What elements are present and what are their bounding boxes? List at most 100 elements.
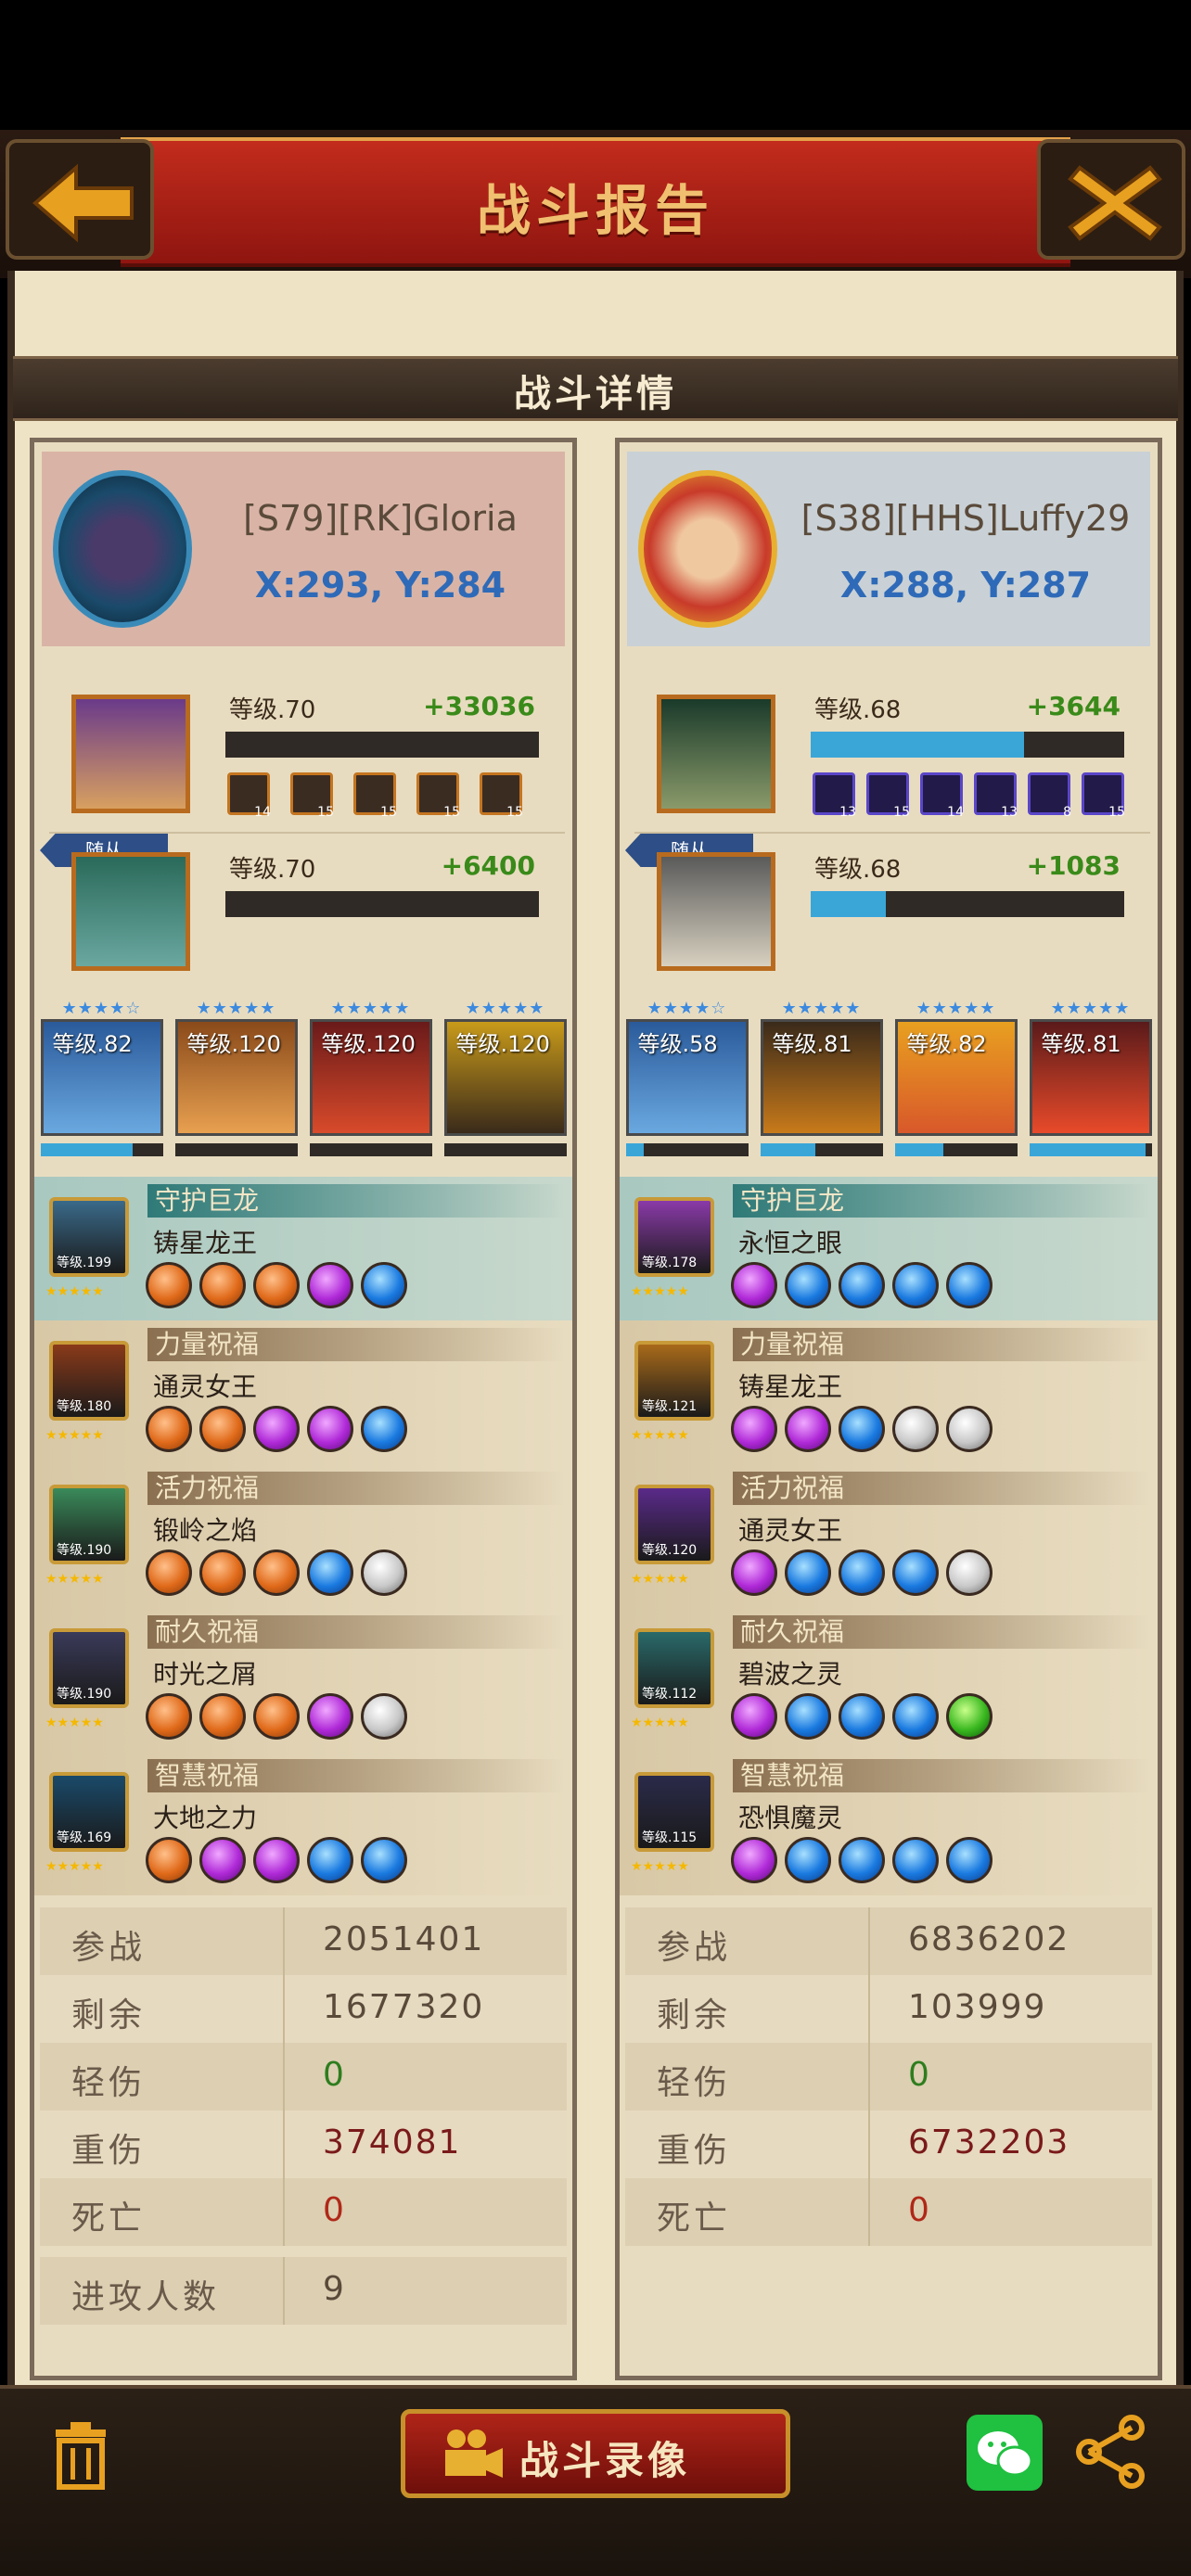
divider <box>868 2111 870 2178</box>
gem-icon[interactable] <box>892 1549 939 1596</box>
equipment-slot[interactable]: 15 <box>290 772 334 820</box>
gem-icon[interactable] <box>946 1549 992 1596</box>
dragon-gems <box>146 1693 407 1740</box>
gem-icon[interactable] <box>839 1406 885 1452</box>
equipment-slot[interactable]: 15 <box>866 772 910 820</box>
gem-icon[interactable] <box>199 1693 246 1740</box>
equipment-slot[interactable]: 13 <box>813 772 856 820</box>
gem-icon[interactable] <box>146 1262 192 1308</box>
gem-icon[interactable] <box>785 1693 831 1740</box>
gem-icon[interactable] <box>307 1406 353 1452</box>
troop-card[interactable]: ★★★★★ 等级.81 <box>1029 999 1152 1156</box>
troop-card[interactable]: ★★★★★ 等级.81 <box>760 999 883 1156</box>
equipment-slot[interactable]: 14 <box>920 772 964 820</box>
gem-icon[interactable] <box>199 1262 246 1308</box>
dragon-role: 智慧祝福 <box>733 1759 1150 1792</box>
dragon-row[interactable]: 等级.199 ★★★★★ 守护巨龙 铸星龙王 <box>34 1177 572 1320</box>
troop-card[interactable]: ★★★★★ 等级.120 <box>174 999 298 1156</box>
gem-icon[interactable] <box>253 1262 300 1308</box>
gem-icon[interactable] <box>785 1837 831 1883</box>
equipment-slot[interactable]: 8 <box>1028 772 1071 820</box>
gem-icon[interactable] <box>307 1837 353 1883</box>
gem-icon[interactable] <box>946 1837 992 1883</box>
dragon-list: 等级.178 ★★★★★ 守护巨龙 永恒之眼 等级.121 ★★★★★ 力量祝福 铸星龙王 等级… <box>620 1177 1158 1895</box>
gem-icon[interactable] <box>892 1262 939 1308</box>
close-button[interactable] <box>1037 139 1185 260</box>
troop-card[interactable]: ★★★★★ 等级.120 <box>309 999 432 1156</box>
dragon-row[interactable]: 等级.115 ★★★★★ 智慧祝福 恐惧魔灵 <box>620 1752 1158 1895</box>
troop-card[interactable]: ★★★★☆ 等级.58 <box>625 999 749 1156</box>
gem-icon[interactable] <box>785 1262 831 1308</box>
gem-icon[interactable] <box>307 1693 353 1740</box>
gem-icon[interactable] <box>731 1549 777 1596</box>
equipment-slot[interactable]: 14 <box>227 772 271 820</box>
troop-card[interactable]: ★★★★★ 等级.120 <box>443 999 567 1156</box>
equipment-slot[interactable]: 15 <box>480 772 523 820</box>
equipment-slot[interactable]: 15 <box>353 772 397 820</box>
gem-icon[interactable] <box>361 1837 407 1883</box>
gem-icon[interactable] <box>307 1549 353 1596</box>
dragon-row[interactable]: 等级.190 ★★★★★ 活力祝福 锻岭之焰 <box>34 1464 572 1608</box>
gem-icon[interactable] <box>361 1549 407 1596</box>
gem-icon[interactable] <box>146 1406 192 1452</box>
dragon-row[interactable]: 等级.180 ★★★★★ 力量祝福 通灵女王 <box>34 1320 572 1464</box>
gem-icon[interactable] <box>892 1406 939 1452</box>
follower-portrait[interactable] <box>657 852 775 971</box>
gem-icon[interactable] <box>146 1837 192 1883</box>
wechat-share-button[interactable] <box>967 2415 1043 2491</box>
gem-icon[interactable] <box>731 1406 777 1452</box>
gem-icon[interactable] <box>731 1262 777 1308</box>
gem-icon[interactable] <box>307 1262 353 1308</box>
equipment-slot[interactable]: 15 <box>416 772 460 820</box>
gem-icon[interactable] <box>785 1406 831 1452</box>
gem-icon[interactable] <box>361 1262 407 1308</box>
gem-icon[interactable] <box>839 1262 885 1308</box>
gem-icon[interactable] <box>253 1837 300 1883</box>
gem-icon[interactable] <box>199 1837 246 1883</box>
gem-icon[interactable] <box>146 1693 192 1740</box>
share-button[interactable] <box>1074 2415 1148 2493</box>
gem-icon[interactable] <box>946 1406 992 1452</box>
gem-icon[interactable] <box>839 1837 885 1883</box>
troop-card[interactable]: ★★★★☆ 等级.82 <box>40 999 163 1156</box>
dragon-row[interactable]: 等级.169 ★★★★★ 智慧祝福 大地之力 <box>34 1752 572 1895</box>
gem-icon[interactable] <box>839 1693 885 1740</box>
troop-card[interactable]: ★★★★★ 等级.82 <box>894 999 1018 1156</box>
player-coordinates[interactable]: X:288, Y:287 <box>785 565 1146 606</box>
gem-icon[interactable] <box>146 1549 192 1596</box>
hero-portrait[interactable] <box>71 695 190 813</box>
gem-icon[interactable] <box>839 1549 885 1596</box>
dragon-row[interactable]: 等级.120 ★★★★★ 活力祝福 通灵女王 <box>620 1464 1158 1608</box>
follower-portrait[interactable] <box>71 852 190 971</box>
gem-icon[interactable] <box>892 1693 939 1740</box>
hero-portrait[interactable] <box>657 695 775 813</box>
back-button[interactable] <box>6 139 154 260</box>
dragon-row[interactable]: 等级.121 ★★★★★ 力量祝福 铸星龙王 <box>620 1320 1158 1464</box>
player-avatar[interactable] <box>638 470 777 628</box>
gem-icon[interactable] <box>253 1549 300 1596</box>
gem-icon[interactable] <box>946 1693 992 1740</box>
gem-icon[interactable] <box>253 1406 300 1452</box>
dragon-row[interactable]: 等级.190 ★★★★★ 耐久祝福 时光之屑 <box>34 1608 572 1752</box>
equipment-slot[interactable]: 15 <box>1082 772 1125 820</box>
dragon-row[interactable]: 等级.178 ★★★★★ 守护巨龙 永恒之眼 <box>620 1177 1158 1320</box>
gem-icon[interactable] <box>199 1549 246 1596</box>
player-avatar[interactable] <box>53 470 192 628</box>
stat-value: 0 <box>323 2056 346 2094</box>
divider <box>283 2178 285 2246</box>
gem-icon[interactable] <box>361 1406 407 1452</box>
dragon-name: 时光之屑 <box>153 1659 258 1690</box>
gem-icon[interactable] <box>253 1693 300 1740</box>
gem-icon[interactable] <box>892 1837 939 1883</box>
gem-icon[interactable] <box>731 1837 777 1883</box>
gem-icon[interactable] <box>361 1693 407 1740</box>
delete-button[interactable] <box>48 2420 113 2494</box>
dragon-stars: ★★★★★ <box>631 1284 689 1299</box>
dragon-row[interactable]: 等级.112 ★★★★★ 耐久祝福 碧波之灵 <box>620 1608 1158 1752</box>
player-coordinates[interactable]: X:293, Y:284 <box>199 565 561 606</box>
equipment-slot[interactable]: 13 <box>974 772 1018 820</box>
gem-icon[interactable] <box>731 1693 777 1740</box>
gem-icon[interactable] <box>785 1549 831 1596</box>
gem-icon[interactable] <box>199 1406 246 1452</box>
gem-icon[interactable] <box>946 1262 992 1308</box>
